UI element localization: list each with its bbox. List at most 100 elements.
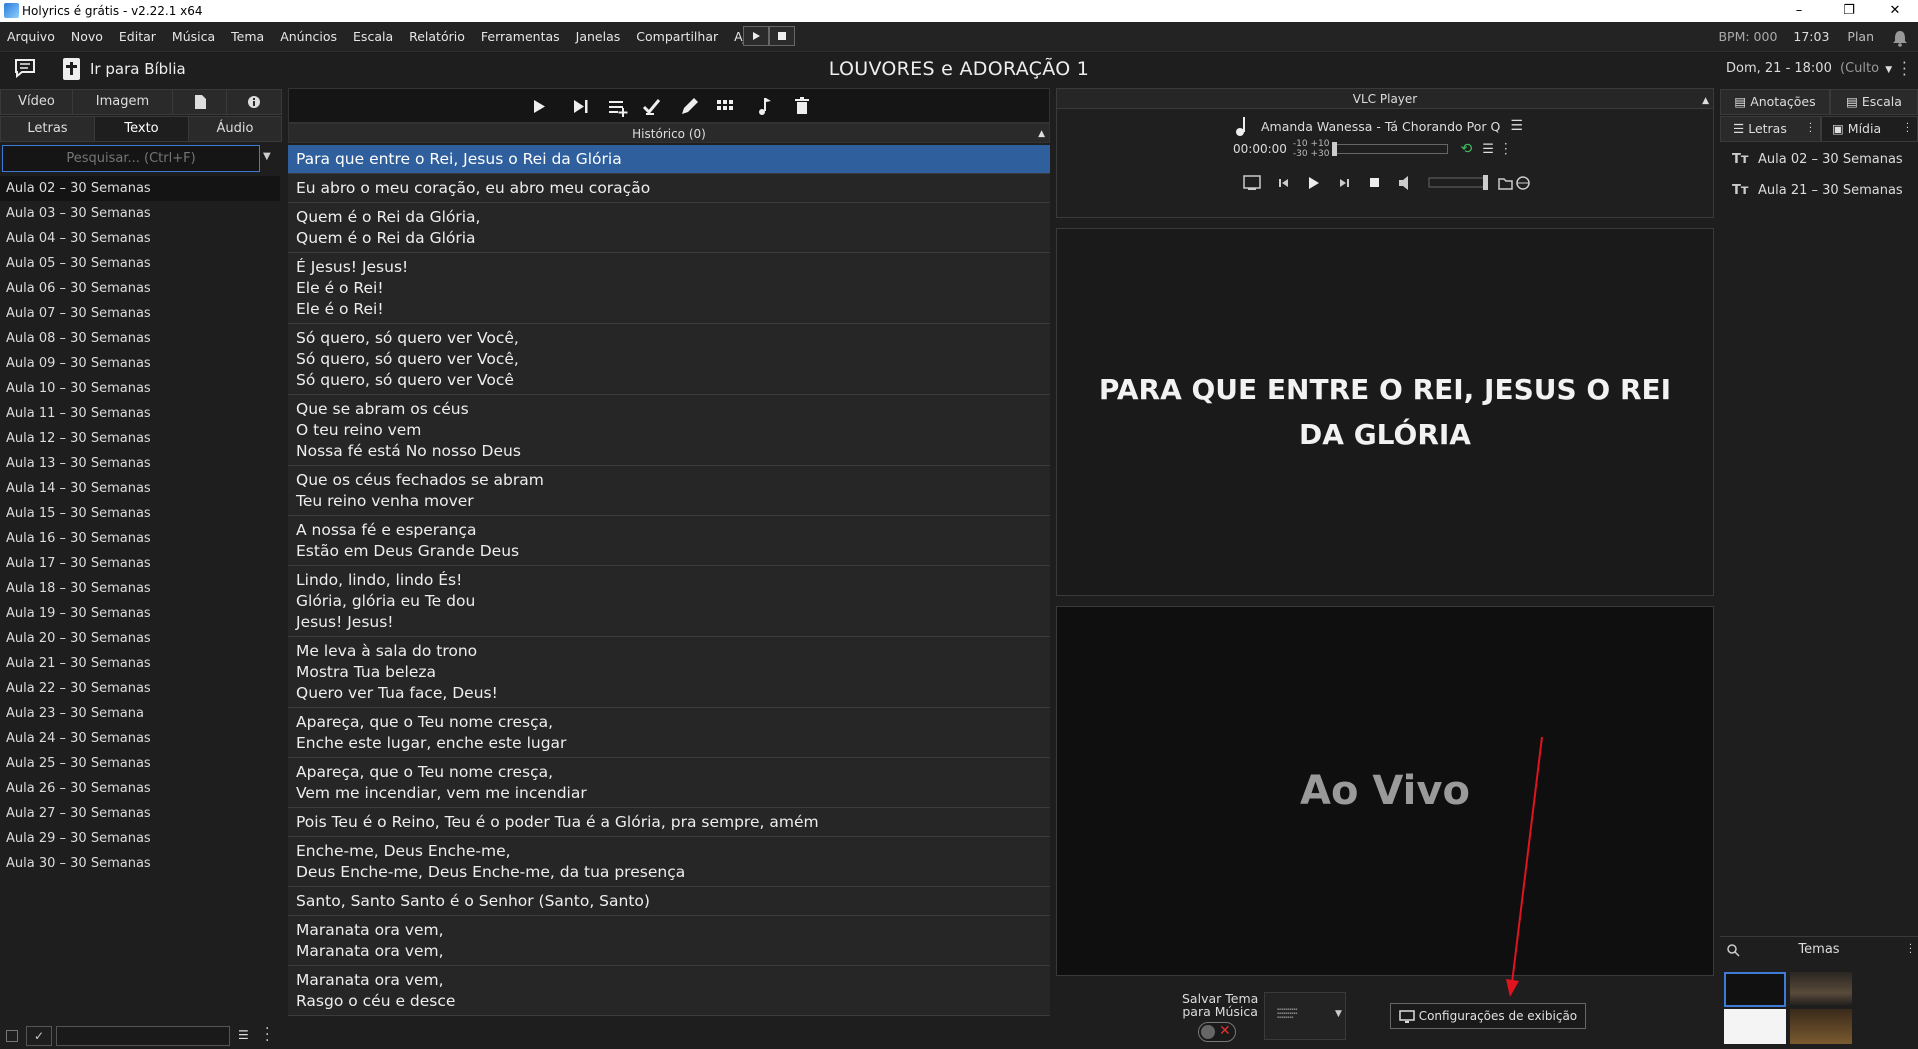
slide-item[interactable]: É Jesus! Jesus! Ele é o Rei! Ele é o Rei… xyxy=(288,253,1050,324)
list-item[interactable]: Aula 12 – 30 Semanas xyxy=(0,426,280,451)
tab-media[interactable]: ▣ Mídia · · · xyxy=(1821,116,1918,142)
tab-video[interactable]: Vídeo xyxy=(1,90,73,114)
list-item[interactable]: Aula 14 – 30 Semanas xyxy=(0,476,280,501)
tab-file[interactable] xyxy=(173,90,227,114)
more-icon[interactable]: · · · xyxy=(1906,120,1909,138)
volume-slider[interactable] xyxy=(1428,175,1488,190)
slide-item[interactable]: Para que entre o Rei, Jesus o Rei da Gló… xyxy=(288,145,1050,174)
event-selector[interactable]: Dom, 21 - 18:00 (Culto ▼ xyxy=(1726,61,1892,76)
list-item[interactable]: Aula 26 – 30 Semanas xyxy=(0,776,280,801)
list-item[interactable]: Aula 29 – 30 Semanas xyxy=(0,826,280,851)
list-item[interactable]: Aula 25 – 30 Semanas xyxy=(0,751,280,776)
list-icon[interactable]: ☰ xyxy=(1482,142,1494,157)
check-icon[interactable]: ✓ xyxy=(26,1026,52,1046)
trash-icon[interactable] xyxy=(795,97,809,114)
chevron-up-icon[interactable]: ▲ xyxy=(1702,91,1709,111)
list-item[interactable]: Tт Aula 02 – 30 Semanas xyxy=(1720,144,1918,175)
menu-editar[interactable]: Editar xyxy=(111,22,164,52)
list-item[interactable]: Aula 06 – 30 Semanas xyxy=(0,276,280,301)
bell-icon[interactable] xyxy=(1892,29,1908,47)
menu-relatorio[interactable]: Relatório xyxy=(401,22,473,52)
globe-icon[interactable] xyxy=(1516,176,1530,190)
list-item[interactable]: Aula 17 – 30 Semanas xyxy=(0,551,280,576)
plan-link[interactable]: Plan xyxy=(1847,29,1874,44)
slide-item[interactable]: Enche-me, Deus Enche-me, Deus Enche-me, … xyxy=(288,837,1050,887)
chevron-down-icon[interactable]: ▼ xyxy=(1335,1009,1342,1019)
menu-arquivo[interactable]: Arquivo xyxy=(0,22,63,52)
slide-item[interactable]: Pois Teu é o Reino, Teu é o poder Tua é … xyxy=(288,808,1050,837)
filter-input[interactable] xyxy=(56,1026,230,1046)
chevron-up-icon[interactable]: ▲ xyxy=(1038,124,1045,144)
list-item[interactable]: Aula 18 – 30 Semanas xyxy=(0,576,280,601)
slide-item[interactable]: Maranata ora vem, Maranata ora vem, xyxy=(288,916,1050,966)
theme-thumbnail[interactable] xyxy=(1724,972,1786,1007)
slide-item[interactable]: Eu abro o meu coração, eu abro meu coraç… xyxy=(288,174,1050,203)
stop-icon[interactable] xyxy=(1370,178,1379,187)
more-icon[interactable]: · · · xyxy=(265,1022,269,1048)
menu-escala[interactable]: Escala xyxy=(345,22,401,52)
menu-tema[interactable]: Tema xyxy=(223,22,272,52)
list-item[interactable]: Aula 23 – 30 Semana xyxy=(0,701,280,726)
list-item[interactable]: Aula 19 – 30 Semanas xyxy=(0,601,280,626)
next-icon[interactable] xyxy=(574,100,588,113)
restore-button[interactable]: ❐ xyxy=(1826,0,1872,22)
search-icon[interactable] xyxy=(1726,937,1740,963)
list-item[interactable]: Aula 09 – 30 Semanas xyxy=(0,351,280,376)
music-note-icon[interactable] xyxy=(759,98,771,115)
tab-notes[interactable]: ▤ Anotações xyxy=(1720,89,1830,115)
tab-image[interactable]: Imagem xyxy=(73,90,173,114)
tab-audio[interactable]: Áudio xyxy=(189,117,281,141)
list-item[interactable]: Aula 10 – 30 Semanas xyxy=(0,376,280,401)
menu-musica[interactable]: Música xyxy=(164,22,223,52)
skip-controls[interactable]: -10 +10 -30 +30 xyxy=(1293,139,1330,159)
tab-scale[interactable]: ▤ Escala xyxy=(1830,89,1918,115)
folder-icon[interactable] xyxy=(1498,178,1513,190)
grid-icon[interactable] xyxy=(717,100,733,110)
slide-item[interactable]: Quem é o Rei da Glória, Quem é o Rei da … xyxy=(288,203,1050,253)
minimize-button[interactable]: – xyxy=(1776,0,1822,22)
more-icon[interactable]: · · · xyxy=(1909,941,1912,959)
slide-item[interactable]: Que se abram os céus O teu reino vem Nos… xyxy=(288,395,1050,466)
more-icon[interactable]: · · · xyxy=(1902,56,1907,83)
list-item[interactable]: Aula 13 – 30 Semanas xyxy=(0,451,280,476)
search-dropdown-icon[interactable]: ▼ xyxy=(263,151,271,162)
cast-icon[interactable] xyxy=(1243,175,1261,190)
add-to-queue-icon[interactable] xyxy=(609,101,628,117)
next-icon[interactable] xyxy=(1340,179,1349,187)
search-input[interactable] xyxy=(2,145,260,172)
list-item[interactable]: Aula 30 – 30 Semanas xyxy=(0,851,280,876)
list-item[interactable]: Aula 03 – 30 Semanas xyxy=(0,201,280,226)
list-item[interactable]: Aula 15 – 30 Semanas xyxy=(0,501,280,526)
slide-item[interactable]: Que os céus fechados se abram Teu reino … xyxy=(288,466,1050,516)
live-screen[interactable]: Ao Vivo xyxy=(1056,606,1714,976)
menu-janelas[interactable]: Janelas xyxy=(568,22,629,52)
list-item[interactable]: Aula 22 – 30 Semanas xyxy=(0,676,280,701)
menu-anuncios[interactable]: Anúncios xyxy=(272,22,345,52)
check-edit-icon[interactable] xyxy=(642,99,661,115)
list-icon[interactable]: ☰ xyxy=(238,1028,249,1042)
preview-screen[interactable]: PARA QUE ENTRE O REI, JESUS O REI DA GLÓ… xyxy=(1056,228,1714,596)
menu-compartilhar[interactable]: Compartilhar xyxy=(628,22,726,52)
bpm-display[interactable]: BPM: 000 xyxy=(1718,29,1777,44)
list-item[interactable]: Aula 27 – 30 Semanas xyxy=(0,801,280,826)
list-item[interactable]: Aula 05 – 30 Semanas xyxy=(0,251,280,276)
playlist-icon[interactable]: ☰ xyxy=(1510,118,1523,134)
theme-preview[interactable]: ▪▪▪▪▪▪▪▪▪▪ ▪▪▪▪▪▪▪▪▪▪ ▪▪▪▪▪▪▪▪ ▼ xyxy=(1264,992,1346,1040)
slide-item[interactable]: Me leva à sala do trono Mostra Tua belez… xyxy=(288,637,1050,708)
save-theme-toggle[interactable]: ✕ xyxy=(1198,1022,1236,1042)
mini-stop-button[interactable] xyxy=(769,26,795,46)
slide-item[interactable]: Apareça, que o Teu nome cresça, Enche es… xyxy=(288,708,1050,758)
tab-texto[interactable]: Texto xyxy=(95,117,189,141)
skip-30[interactable]: -30 +30 xyxy=(1293,149,1330,159)
close-button[interactable]: ✕ xyxy=(1872,0,1918,22)
play-icon[interactable] xyxy=(534,100,545,113)
mini-play-button[interactable] xyxy=(743,26,769,46)
menu-novo[interactable]: Novo xyxy=(63,22,111,52)
more-icon[interactable]: · · · xyxy=(1504,138,1508,160)
slide-item[interactable]: Apareça, que o Teu nome cresça, Vem me i… xyxy=(288,758,1050,808)
slide-item[interactable]: Santo, Santo Santo é o Senhor (Santo, Sa… xyxy=(288,887,1050,916)
list-item[interactable]: Aula 20 – 30 Semanas xyxy=(0,626,280,651)
list-item[interactable]: Aula 04 – 30 Semanas xyxy=(0,226,280,251)
list-item[interactable]: Aula 02 – 30 Semanas xyxy=(0,176,280,201)
list-item[interactable]: Aula 08 – 30 Semanas xyxy=(0,326,280,351)
